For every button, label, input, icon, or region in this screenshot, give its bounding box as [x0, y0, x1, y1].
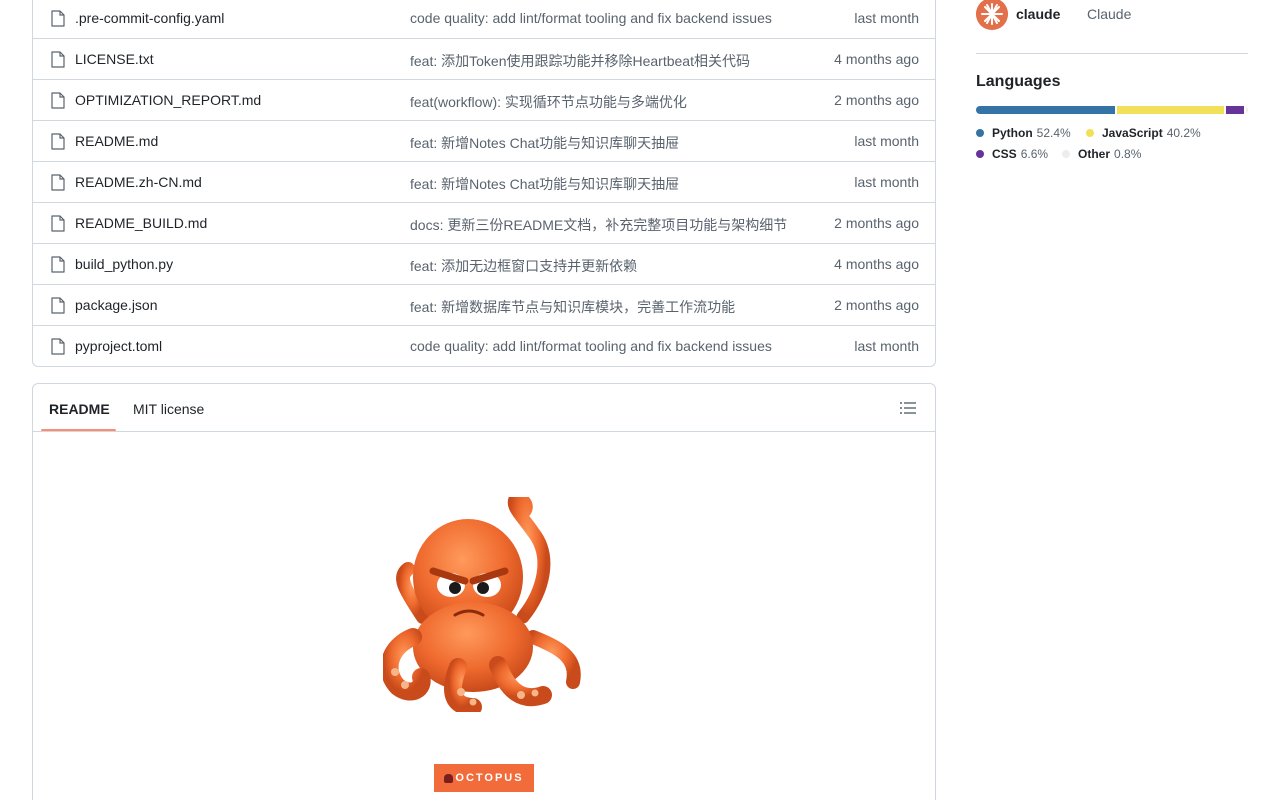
- commit-message-link[interactable]: feat: 新增数据库节点与知识库模块，完善工作流功能: [410, 297, 735, 317]
- file-icon: [51, 10, 65, 27]
- commit-message-link[interactable]: feat: 添加Token使用跟踪功能并移除Heartbeat相关代码: [410, 51, 750, 71]
- language-name: JavaScript: [1102, 126, 1163, 140]
- language-bar-segment: [976, 106, 1116, 114]
- file-name-link[interactable]: build_python.py: [75, 256, 173, 272]
- language-name: CSS: [992, 147, 1017, 161]
- file-row[interactable]: .pre-commit-config.yaml code quality: ad…: [33, 0, 935, 39]
- file-name-link[interactable]: .pre-commit-config.yaml: [75, 10, 224, 26]
- file-name-link[interactable]: LICENSE.txt: [75, 51, 154, 67]
- file-row[interactable]: README.md feat: 新增Notes Chat功能与知识库聊天抽屉 l…: [33, 121, 935, 162]
- languages-bar: [976, 106, 1248, 114]
- commit-message-link[interactable]: feat: 添加无边框窗口支持并更新依赖: [410, 256, 637, 276]
- file-row[interactable]: README.zh-CN.md feat: 新增Notes Chat功能与知识库…: [33, 162, 935, 203]
- languages-heading: Languages: [976, 73, 1061, 90]
- file-icon: [51, 215, 65, 232]
- file-name-link[interactable]: README.md: [75, 133, 158, 149]
- commit-message-link[interactable]: docs: 更新三份README文档，补充完整项目功能与架构细节: [410, 215, 787, 235]
- commit-date: 2 months ago: [834, 92, 919, 108]
- file-row[interactable]: pyproject.toml code quality: add lint/fo…: [33, 326, 935, 367]
- file-name-link[interactable]: OPTIMIZATION_REPORT.md: [75, 92, 261, 108]
- commit-date: last month: [854, 174, 919, 190]
- commit-date: last month: [854, 133, 919, 149]
- language-percent: 6.6%: [1020, 147, 1049, 161]
- badge-label: OCTOPUS: [455, 772, 524, 784]
- commit-message-link[interactable]: code quality: add lint/format tooling an…: [410, 338, 772, 354]
- octopus-badge: OCTOPUS: [434, 764, 534, 792]
- file-name-link[interactable]: package.json: [75, 297, 158, 313]
- tab-readme[interactable]: README: [49, 401, 110, 417]
- language-percent: 40.2%: [1166, 126, 1201, 140]
- file-icon: [51, 256, 65, 273]
- file-row[interactable]: package.json feat: 新增数据库节点与知识库模块，完善工作流功能…: [33, 285, 935, 326]
- file-icon: [51, 297, 65, 314]
- language-name: Other: [1078, 147, 1111, 161]
- octopus-icon: [444, 773, 454, 783]
- commit-date: 2 months ago: [834, 215, 919, 231]
- file-row[interactable]: build_python.py feat: 添加无边框窗口支持并更新依赖 4 m…: [33, 244, 935, 285]
- commit-message-link[interactable]: feat(workflow): 实现循环节点功能与多端优化: [410, 92, 687, 112]
- sidebar-divider: [976, 53, 1248, 54]
- language-dot: [976, 129, 984, 137]
- file-icon: [51, 51, 65, 68]
- readme-tabs: README MIT license: [33, 384, 935, 432]
- language-dot: [1086, 129, 1094, 137]
- commit-message-link[interactable]: feat: 新增Notes Chat功能与知识库聊天抽屉: [410, 174, 679, 194]
- commit-date: 4 months ago: [834, 256, 919, 272]
- language-percent: 0.8%: [1114, 147, 1142, 161]
- commit-message-link[interactable]: feat: 新增Notes Chat功能与知识库聊天抽屉: [410, 133, 679, 153]
- commit-date: 2 months ago: [834, 297, 919, 313]
- language-name: Python: [992, 126, 1033, 140]
- file-name-link[interactable]: pyproject.toml: [75, 338, 162, 354]
- language-item-python[interactable]: Python 52.4%: [976, 126, 1071, 140]
- file-icon: [51, 133, 65, 150]
- file-list: .pre-commit-config.yaml code quality: ad…: [32, 0, 936, 367]
- language-item-css[interactable]: CSS 6.6%: [976, 147, 1048, 161]
- file-name-link[interactable]: README_BUILD.md: [75, 215, 207, 231]
- file-icon: [51, 338, 65, 355]
- commit-date: 4 months ago: [834, 51, 919, 67]
- commit-date: last month: [854, 10, 919, 26]
- language-bar-segment: [1226, 106, 1244, 114]
- language-item-other[interactable]: Other 0.8%: [1062, 147, 1141, 161]
- file-icon: [51, 174, 65, 191]
- file-row[interactable]: LICENSE.txt feat: 添加Token使用跟踪功能并移除Heartb…: [33, 39, 935, 80]
- octopus-mascot-image: [383, 497, 581, 712]
- commit-date: last month: [854, 338, 919, 354]
- language-percent: 52.4%: [1036, 126, 1071, 140]
- outline-list-icon[interactable]: [899, 400, 917, 416]
- commit-message-link[interactable]: code quality: add lint/format tooling an…: [410, 10, 772, 26]
- contributor-name: Claude: [1087, 6, 1132, 22]
- language-bar-segment: [1117, 106, 1225, 114]
- avatar[interactable]: [976, 0, 1008, 30]
- file-name-link[interactable]: README.zh-CN.md: [75, 174, 202, 190]
- tab-license[interactable]: MIT license: [133, 401, 204, 417]
- language-dot: [976, 150, 984, 158]
- contributor-login[interactable]: claude: [1016, 6, 1060, 22]
- file-row[interactable]: OPTIMIZATION_REPORT.md feat(workflow): 实…: [33, 80, 935, 121]
- tab-active-indicator: [41, 429, 116, 431]
- language-item-javascript[interactable]: JavaScript 40.2%: [1086, 126, 1201, 140]
- language-bar-segment: [1245, 106, 1248, 114]
- file-row[interactable]: README_BUILD.md docs: 更新三份README文档，补充完整项…: [33, 203, 935, 244]
- language-dot: [1062, 150, 1070, 158]
- readme-panel: README MIT license OCTOPUS: [32, 383, 936, 800]
- file-icon: [51, 92, 65, 109]
